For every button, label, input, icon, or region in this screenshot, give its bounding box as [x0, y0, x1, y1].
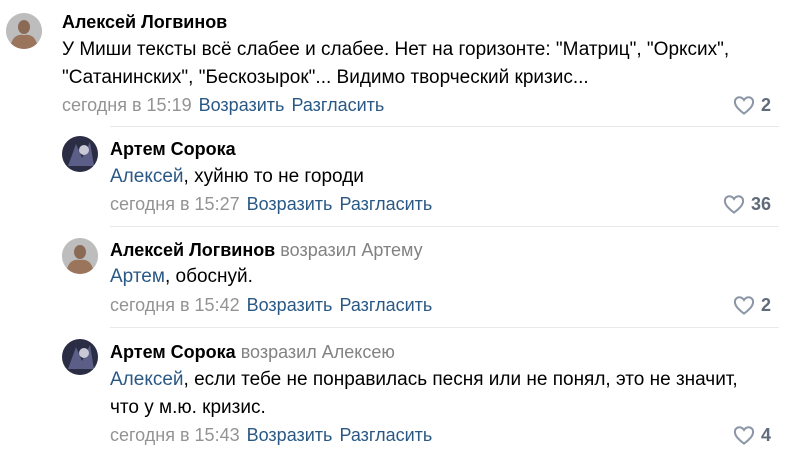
mention-link[interactable]: Артем — [110, 266, 165, 287]
like-count: 4 — [760, 425, 771, 445]
comment-text-line: Алексей, если тебе не понравилась песня … — [110, 366, 738, 394]
comment-text: Артем, обоснуй. — [110, 263, 253, 291]
comment-author: Артем Сорока возразил Алексею — [110, 341, 395, 363]
avatar[interactable] — [6, 13, 42, 49]
like-count: 2 — [760, 295, 771, 315]
disagree-link[interactable]: Разгласить — [339, 425, 432, 445]
separator — [110, 226, 779, 227]
comment-text: У Миши тексты всё слабее и слабее. Нет н… — [62, 36, 729, 92]
replied-to[interactable]: возразил Артему — [280, 240, 422, 260]
separator — [110, 126, 779, 127]
heart-icon — [733, 96, 755, 115]
disagree-link[interactable]: Разгласить — [339, 295, 432, 315]
like-button[interactable]: 2 — [733, 94, 771, 116]
timestamp[interactable]: сегодня в 15:19 — [62, 95, 192, 115]
comment-text: Алексей, хуйню то не городи — [110, 163, 364, 191]
disagree-link[interactable]: Разгласить — [291, 95, 384, 115]
author-name[interactable]: Алексей Логвинов — [62, 12, 227, 32]
comment-text-line: Алексей, хуйню то не городи — [110, 163, 364, 191]
comment-meta: сегодня в 15:19 Возразить Разгласить — [62, 94, 384, 116]
author-name[interactable]: Артем Сорока — [110, 139, 236, 159]
timestamp[interactable]: сегодня в 15:43 — [110, 425, 240, 445]
comment-text-line: У Миши тексты всё слабее и слабее. Нет н… — [62, 39, 730, 60]
replied-to[interactable]: возразил Алексею — [241, 342, 395, 362]
comment-text-body: , хуйню то не городи — [183, 166, 364, 187]
mention-link[interactable]: Алексей — [110, 369, 184, 390]
author-name[interactable]: Артем Сорока — [110, 342, 236, 362]
comment-author[interactable]: Алексей Логвинов — [62, 11, 227, 33]
comment-text-body: , обоснуй. — [164, 266, 253, 287]
avatar[interactable] — [62, 238, 98, 274]
comment-meta: сегодня в 15:42 Возразить Разгласить — [110, 294, 432, 316]
heart-icon — [733, 426, 755, 445]
avatar[interactable] — [62, 136, 98, 172]
like-count: 2 — [760, 95, 771, 115]
comment-text-line: Артем, обоснуй. — [110, 263, 253, 291]
comment-meta: сегодня в 15:43 Возразить Разгласить — [110, 424, 432, 446]
comment-text: Алексей, если тебе не понравилась песня … — [110, 366, 738, 422]
separator — [110, 327, 779, 328]
avatar[interactable] — [62, 339, 98, 375]
heart-icon — [733, 296, 755, 315]
disagree-link[interactable]: Разгласить — [339, 194, 432, 214]
comment-author[interactable]: Артем Сорока — [110, 138, 236, 160]
reply-link[interactable]: Возразить — [247, 425, 333, 445]
comment-text-body: , если тебе не понравилась песня или не … — [183, 369, 738, 390]
comment-meta: сегодня в 15:27 Возразить Разгласить — [110, 193, 432, 215]
like-count: 36 — [750, 194, 771, 214]
timestamp[interactable]: сегодня в 15:27 — [110, 194, 240, 214]
reply-link[interactable]: Возразить — [247, 295, 333, 315]
reply-link[interactable]: Возразить — [199, 95, 285, 115]
mention-link[interactable]: Алексей — [110, 166, 184, 187]
author-name[interactable]: Алексей Логвинов — [110, 240, 275, 260]
comment-text-line: что у м.ю. кризис. — [110, 397, 266, 418]
heart-icon — [723, 195, 745, 214]
like-button[interactable]: 2 — [733, 294, 771, 316]
like-button[interactable]: 36 — [723, 193, 771, 215]
comment-author: Алексей Логвинов возразил Артему — [110, 239, 423, 261]
reply-link[interactable]: Возразить — [247, 194, 333, 214]
like-button[interactable]: 4 — [733, 424, 771, 446]
comment-text-line: "Сатанинских", "Бескозырок"... Видимо тв… — [62, 67, 589, 88]
timestamp[interactable]: сегодня в 15:42 — [110, 295, 240, 315]
